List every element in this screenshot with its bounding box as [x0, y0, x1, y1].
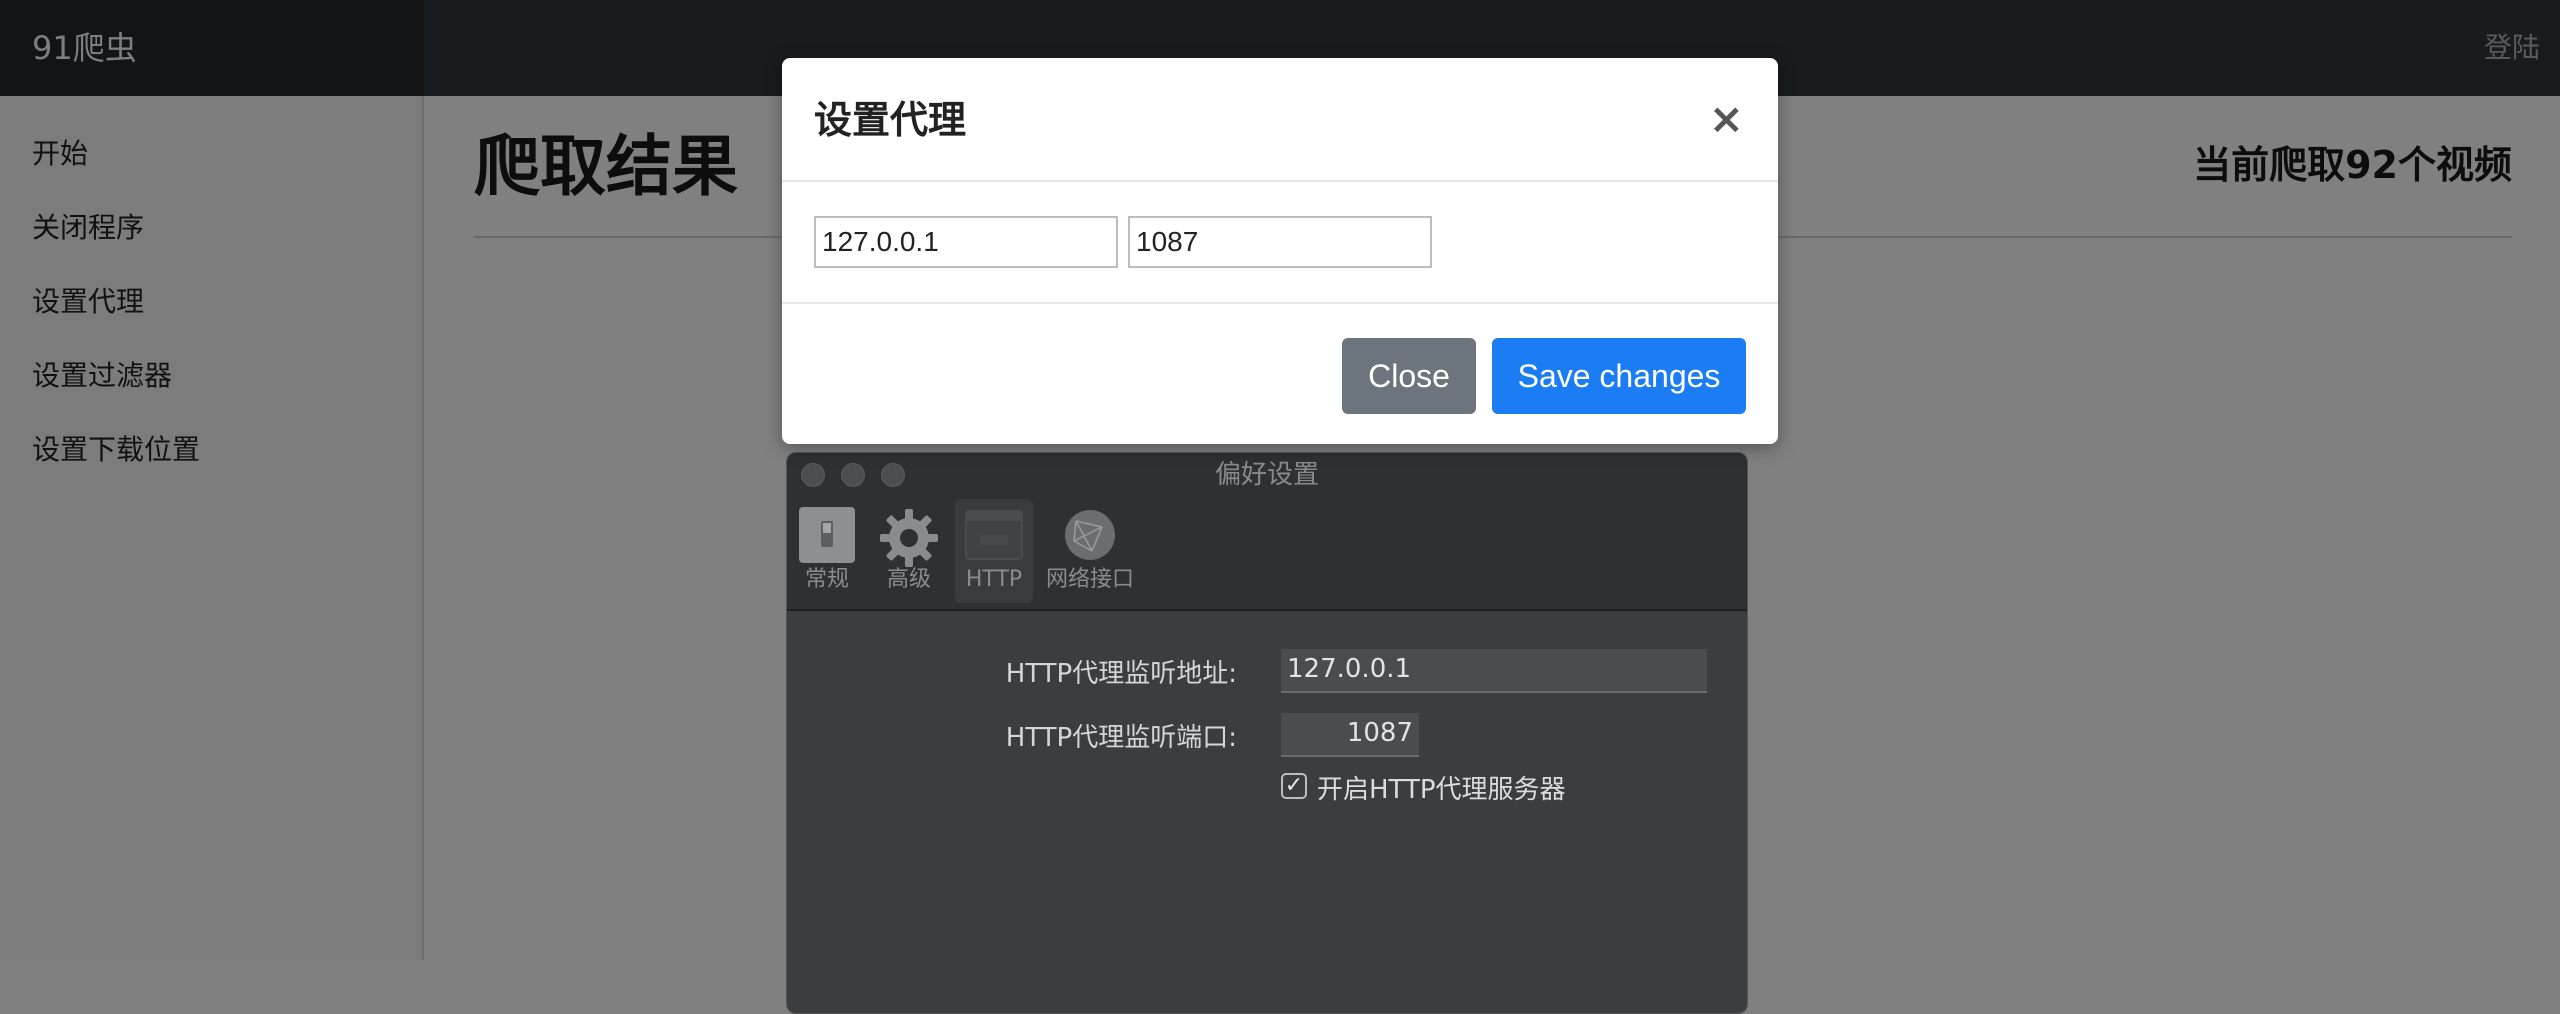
brand-logo[interactable]: 91爬虫	[0, 0, 424, 96]
port-field[interactable]: 1087	[1281, 713, 1419, 757]
page-title: 爬取结果	[474, 128, 738, 205]
globe-icon	[1062, 507, 1118, 569]
close-icon[interactable]: ×	[1709, 98, 1744, 140]
preferences-window-title: 偏好设置	[1214, 460, 1319, 490]
sidebar-item-start[interactable]: 开始	[32, 132, 88, 172]
sidebar-item-set-proxy[interactable]: 设置代理	[32, 280, 144, 320]
address-field[interactable]: 127.0.0.1	[1281, 649, 1707, 693]
tab-network-interface-label: 网络接口	[1045, 567, 1134, 592]
tab-network-interface[interactable]: 网络接口	[1039, 499, 1141, 603]
port-label: HTTP代理监听端口:	[1005, 723, 1237, 753]
modal-title: 设置代理	[814, 98, 967, 142]
switch-icon	[799, 507, 855, 569]
sidebar-item-close-program[interactable]: 关闭程序	[32, 206, 144, 246]
preferences-window: 偏好设置 常规 高级 HTTP 网络接口 HTTP代理监听地址: 127.0.0…	[786, 452, 1748, 1014]
enable-http-proxy-checkbox[interactable]: ✓	[1281, 773, 1307, 799]
login-link[interactable]: 登陆	[2484, 0, 2540, 96]
proxy-modal: 设置代理 × Close Save changes	[782, 58, 1778, 444]
modal-footer: Close Save changes	[782, 302, 1778, 444]
close-button[interactable]: Close	[1342, 338, 1476, 414]
browser-window-icon	[964, 507, 1024, 569]
tab-general-label: 常规	[804, 567, 849, 592]
save-changes-button[interactable]: Save changes	[1492, 338, 1746, 414]
tab-http-label: HTTP	[965, 567, 1023, 592]
enable-http-proxy-label: 开启HTTP代理服务器	[1317, 775, 1566, 805]
tab-general[interactable]: 常规	[797, 499, 857, 603]
sidebar-item-set-filter[interactable]: 设置过滤器	[32, 354, 172, 394]
preferences-toolbar: 偏好设置 常规 高级 HTTP 网络接口	[787, 453, 1747, 611]
sidebar-item-set-download-location[interactable]: 设置下载位置	[32, 428, 200, 468]
tab-advanced[interactable]: 高级	[871, 499, 947, 603]
proxy-host-input[interactable]	[814, 216, 1118, 268]
proxy-port-input[interactable]	[1128, 216, 1432, 268]
address-label: HTTP代理监听地址:	[1005, 659, 1237, 689]
crawl-status: 当前爬取92个视频	[2193, 143, 2512, 187]
modal-header: 设置代理 ×	[782, 58, 1778, 182]
tab-advanced-label: 高级	[886, 567, 931, 592]
sidebar: 开始 关闭程序 设置代理 设置过滤器 设置下载位置	[0, 96, 424, 960]
tab-http[interactable]: HTTP	[955, 499, 1033, 603]
